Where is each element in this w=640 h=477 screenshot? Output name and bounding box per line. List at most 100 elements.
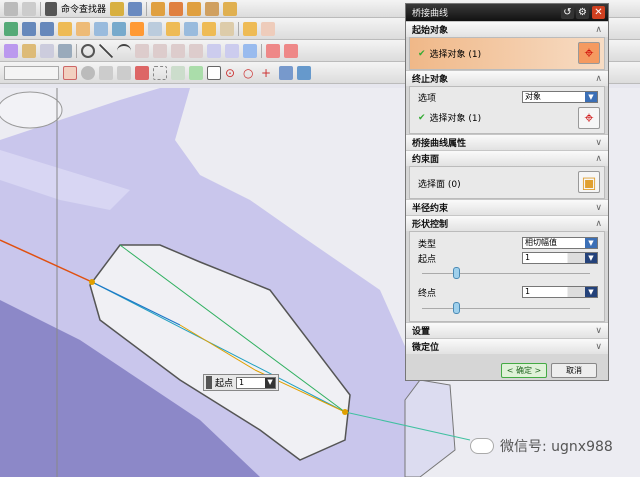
- tool-icon[interactable]: [22, 21, 36, 36]
- section-title: 桥接曲线属性: [412, 139, 467, 149]
- end-value-input[interactable]: 1 ▼: [522, 286, 598, 298]
- spline-icon[interactable]: [135, 43, 149, 58]
- tool-icon[interactable]: [94, 21, 108, 36]
- info-icon[interactable]: [128, 1, 143, 16]
- tool-icon[interactable]: [189, 65, 203, 80]
- chevron-down-icon[interactable]: ▼: [265, 377, 276, 388]
- undo-icon[interactable]: [4, 1, 18, 16]
- start-select-row[interactable]: ✔ 选择对象 (1) ⌖: [409, 37, 605, 70]
- feature-icon[interactable]: [205, 1, 220, 16]
- tool-icon[interactable]: [243, 21, 257, 36]
- section-radius-constraint[interactable]: 半径约束 ∨: [406, 199, 608, 215]
- section-end-object[interactable]: 终止对象 ∧: [406, 70, 608, 86]
- filter-select[interactable]: [4, 65, 59, 80]
- feature-icon[interactable]: [187, 1, 202, 16]
- bridge-curve-icon[interactable]: [266, 43, 280, 58]
- snap-icon[interactable]: [63, 65, 77, 80]
- wechat-icon: [470, 438, 494, 454]
- circle-icon[interactable]: [81, 43, 95, 58]
- section-constraint-face[interactable]: 约束面 ∧: [406, 150, 608, 166]
- tool-icon[interactable]: [99, 65, 113, 80]
- slider-knob[interactable]: [452, 302, 460, 314]
- float-input-value: 1: [239, 377, 245, 387]
- drag-handle[interactable]: [206, 376, 212, 389]
- gear-icon[interactable]: ⚙: [576, 6, 589, 19]
- cancel-button[interactable]: 取消: [551, 363, 597, 378]
- tool-icon[interactable]: [76, 21, 90, 36]
- tool-icon[interactable]: [207, 43, 221, 58]
- tool-icon[interactable]: [4, 43, 18, 58]
- section-start-object[interactable]: 起始对象 ∧: [406, 21, 608, 37]
- feature-icon[interactable]: [151, 1, 166, 16]
- ok-button[interactable]: < 确定 >: [501, 363, 547, 378]
- chevron-down-icon: ∨: [595, 341, 602, 352]
- face-cube-icon[interactable]: ▣: [578, 171, 600, 193]
- crosshair-icon[interactable]: ⌖: [578, 42, 600, 64]
- tool-icon[interactable]: [153, 43, 167, 58]
- tool-icon[interactable]: [202, 21, 216, 36]
- chevron-up-icon: ∧: [595, 73, 602, 84]
- start-slider[interactable]: [422, 267, 590, 279]
- crosshair-icon[interactable]: ⌖: [578, 107, 600, 129]
- arc-icon[interactable]: [117, 43, 131, 58]
- chevron-down-icon: ▼: [585, 92, 597, 102]
- circle-center-icon[interactable]: ○: [243, 66, 257, 80]
- tool-icon[interactable]: [22, 43, 36, 58]
- redo-icon[interactable]: [22, 1, 36, 16]
- tool-icon[interactable]: [112, 21, 126, 36]
- tool-icon[interactable]: [171, 43, 185, 58]
- tool-icon[interactable]: [284, 43, 298, 58]
- tool-icon[interactable]: [207, 65, 221, 80]
- type-dropdown[interactable]: 相切幅值 ▼: [522, 237, 598, 249]
- tool-icon[interactable]: [189, 43, 203, 58]
- close-icon[interactable]: ✕: [592, 6, 605, 19]
- command-finder-button[interactable]: 命令查找器: [61, 2, 106, 15]
- line-icon[interactable]: [99, 43, 113, 58]
- section-settings[interactable]: 设置 ∨: [406, 322, 608, 338]
- section-title: 设置: [412, 327, 431, 337]
- option-dropdown[interactable]: 对象 ▼: [522, 91, 598, 103]
- tool-icon[interactable]: [166, 21, 180, 36]
- end-select-label[interactable]: 选择对象 (1): [430, 111, 482, 124]
- float-input-field[interactable]: 1 ▼: [236, 376, 277, 389]
- tool-icon[interactable]: [130, 21, 144, 36]
- tool-icon[interactable]: [225, 43, 239, 58]
- tool-icon[interactable]: [261, 21, 275, 36]
- chevron-down-icon: ∨: [595, 202, 602, 213]
- tool-icon[interactable]: [110, 1, 125, 16]
- reset-icon[interactable]: ↺: [561, 6, 574, 19]
- section-shape-control[interactable]: 形状控制 ∧: [406, 215, 608, 231]
- section-fine-position[interactable]: 微定位 ∨: [406, 338, 608, 354]
- start-value-input[interactable]: 1 ▼: [522, 252, 598, 264]
- constraint-face-body: 选择面 (0) ▣: [409, 166, 605, 199]
- cross-icon[interactable]: +: [261, 66, 275, 80]
- section-bridge-props[interactable]: 桥接曲线属性 ∨: [406, 134, 608, 150]
- feature-icon[interactable]: [169, 1, 184, 16]
- slider-knob[interactable]: [452, 267, 460, 279]
- watermark: 微信号: ugnx988: [470, 436, 613, 456]
- face-select-label[interactable]: 选择面 (0): [418, 177, 461, 190]
- tool-icon[interactable]: [117, 65, 131, 80]
- tool-icon[interactable]: [81, 65, 95, 80]
- tool-icon[interactable]: [4, 21, 18, 36]
- point-icon[interactable]: ⊙: [225, 66, 239, 80]
- box-icon[interactable]: [58, 21, 72, 36]
- tool-icon[interactable]: [148, 21, 162, 36]
- tool-icon[interactable]: [243, 43, 257, 58]
- tool-icon[interactable]: [58, 43, 72, 58]
- tool-icon[interactable]: [135, 65, 149, 80]
- tool-icon[interactable]: [171, 65, 185, 80]
- chevron-down-icon: ∨: [595, 325, 602, 336]
- start-value: 1: [525, 253, 531, 262]
- chevron-down-icon: ∨: [595, 137, 602, 148]
- section-title: 约束面: [412, 155, 440, 165]
- feature-icon[interactable]: [223, 1, 238, 16]
- tool-icon[interactable]: [40, 21, 54, 36]
- tool-icon[interactable]: [220, 21, 234, 36]
- end-slider[interactable]: [422, 302, 590, 314]
- select-box-icon[interactable]: [153, 65, 167, 80]
- tool-icon[interactable]: [40, 43, 54, 58]
- tool-icon[interactable]: [279, 65, 293, 80]
- tool-icon[interactable]: [297, 65, 311, 80]
- tool-icon[interactable]: [184, 21, 198, 36]
